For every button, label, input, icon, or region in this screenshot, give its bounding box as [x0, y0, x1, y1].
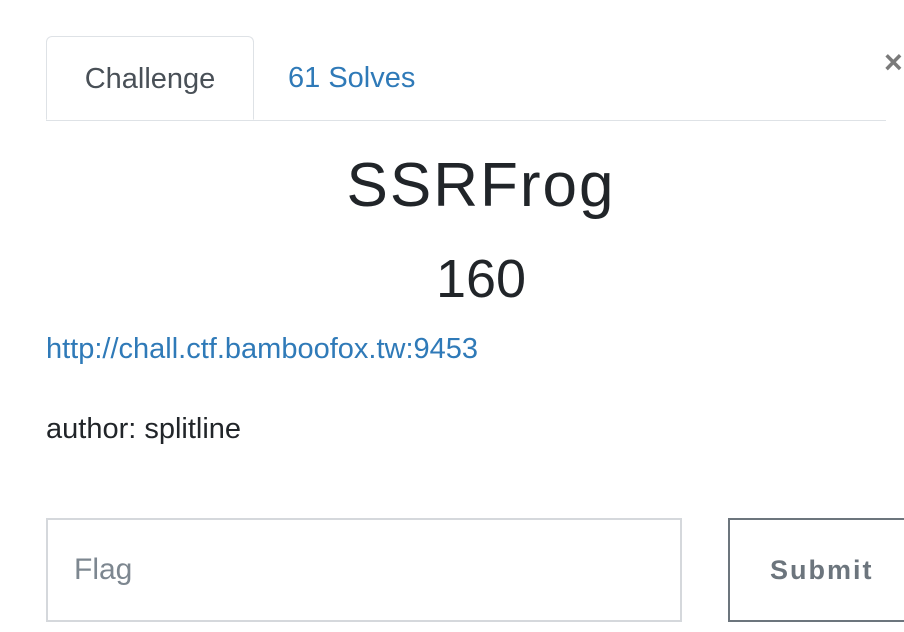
challenge-name: SSRFrog: [346, 151, 616, 220]
tab-challenge[interactable]: Challenge: [46, 36, 254, 120]
submit-button[interactable]: Submit: [728, 518, 904, 622]
flag-input[interactable]: [46, 518, 682, 622]
challenge-modal: × Challenge 61 Solves SSRFrog 160 http:/…: [0, 0, 904, 632]
challenge-author: author: splitline: [46, 413, 242, 445]
close-icon[interactable]: ×: [884, 44, 904, 80]
challenge-url-link[interactable]: http://chall.ctf.bamboofox.tw:9453: [46, 333, 478, 366]
tab-solves[interactable]: 61 Solves: [288, 36, 415, 118]
challenge-tabs: Challenge 61 Solves: [46, 36, 886, 121]
challenge-points: 160: [435, 249, 527, 309]
